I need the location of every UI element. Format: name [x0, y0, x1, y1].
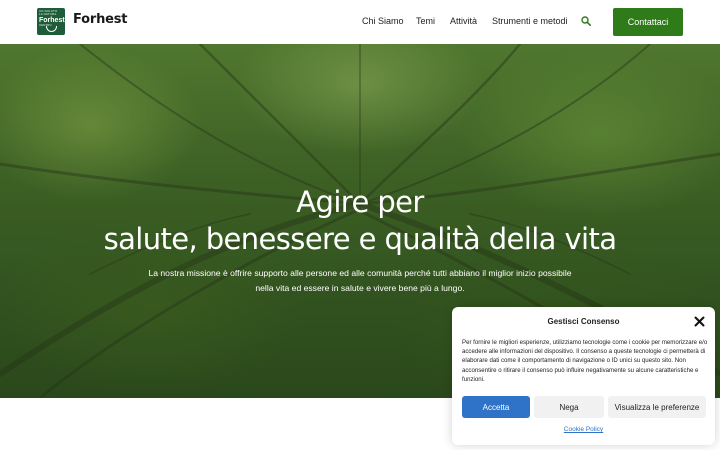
search-icon[interactable]: [581, 16, 591, 26]
nav-item-attivita[interactable]: Attività: [450, 16, 477, 26]
site-header: UN SOLUTO LA NATURA Forhest CENTRO Forhe…: [0, 0, 720, 44]
hero-title-line-1: Agire per: [296, 185, 424, 219]
hero-description-line-1: La nostra missione è offrire supporto al…: [148, 268, 572, 278]
hero-title-line-2: salute, benessere e qualità della vita: [103, 222, 617, 256]
contattaci-button[interactable]: Contattaci: [613, 8, 683, 36]
hero-description: La nostra missione è offrire supporto al…: [135, 266, 585, 296]
cookie-title: Gestisci Consenso: [547, 317, 620, 326]
logo[interactable]: UN SOLUTO LA NATURA Forhest CENTRO: [37, 8, 65, 35]
hero-description-line-2: nella vita ed essere in salute e vivere …: [255, 283, 465, 293]
view-preferences-button[interactable]: Visualizza le preferenze: [608, 396, 706, 418]
nav-item-temi[interactable]: Temi: [416, 16, 435, 26]
accept-button[interactable]: Accetta: [462, 396, 530, 418]
cookie-policy-link[interactable]: Cookie Policy: [452, 426, 715, 433]
deny-button[interactable]: Nega: [534, 396, 604, 418]
nav-item-strumenti-e-metodi[interactable]: Strumenti e metodi: [492, 16, 568, 26]
cookie-message: Per fornire le migliori esperienze, util…: [462, 339, 708, 383]
brand-name[interactable]: Forhest: [73, 12, 128, 27]
logo-smile-icon: [46, 26, 57, 32]
logo-line-2: LA NATURA: [39, 12, 57, 16]
cookie-consent-dialog: Gestisci Consenso Per fornire le miglior…: [452, 307, 715, 445]
close-icon[interactable]: [694, 316, 705, 327]
nav-item-chi-siamo[interactable]: Chi Siamo: [362, 16, 404, 26]
hero-title: Agire per salute, benessere e qualità de…: [0, 184, 720, 258]
